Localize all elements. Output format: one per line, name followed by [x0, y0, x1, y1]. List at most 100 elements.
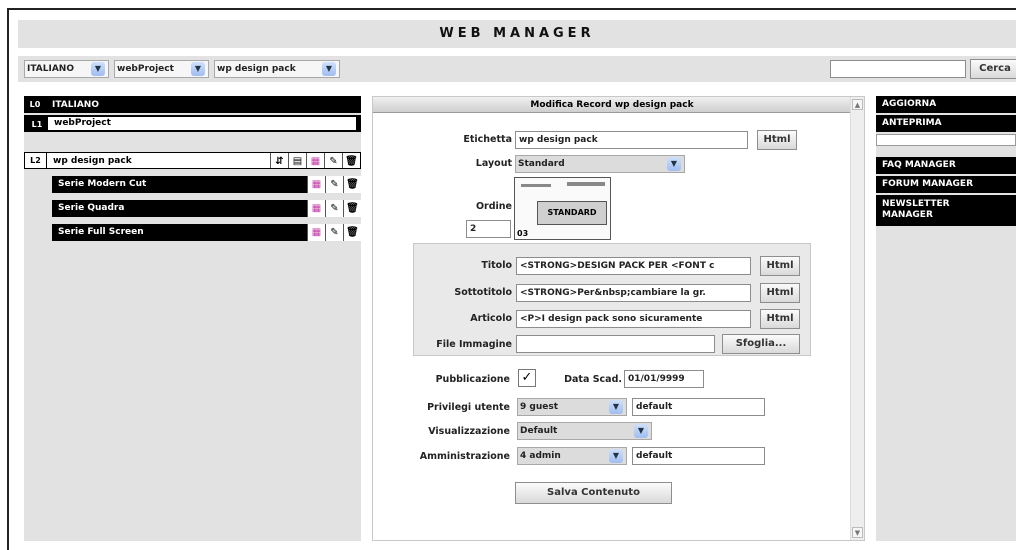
- privilegi-label: Privilegi utente: [427, 402, 510, 413]
- privilegi-select-value: 9 guest: [520, 402, 559, 412]
- language-select-value: ITALIANO: [27, 64, 74, 74]
- chevron-down-icon: ▼: [609, 400, 623, 414]
- articolo-input[interactable]: <P>I design pack sono sicuramente: [516, 310, 751, 328]
- document-icon[interactable]: ▦: [307, 224, 325, 241]
- right-menu-panel: AGGIORNA ANTEPRIMA FAQ MANAGER FORUM MAN…: [876, 96, 1016, 541]
- tree-node-l1[interactable]: L1 webProject: [24, 115, 361, 132]
- search-button[interactable]: Cerca: [970, 59, 1016, 79]
- search-input[interactable]: [830, 60, 966, 78]
- privilegi-text-input[interactable]: default: [632, 398, 765, 416]
- edit-icon[interactable]: ✎: [325, 224, 343, 241]
- layout-select[interactable]: Standard ▼: [515, 155, 685, 173]
- file-immagine-label: File Immagine: [436, 339, 512, 350]
- etichetta-input[interactable]: wp design pack: [515, 131, 748, 149]
- pubblicazione-checkbox[interactable]: ✓: [518, 369, 536, 387]
- etichetta-label: Etichetta: [463, 134, 512, 145]
- amministrazione-select[interactable]: 4 admin ▼: [517, 447, 627, 465]
- document-icon[interactable]: ▦: [307, 176, 325, 193]
- tree-node-label: Serie Full Screen: [58, 227, 144, 237]
- data-scadenza-label: Data Scad.: [564, 374, 622, 385]
- titolo-html-button[interactable]: Html: [760, 256, 800, 276]
- node-actions: ▦ ✎ 🗑: [307, 224, 361, 241]
- pack-select-value: wp design pack: [217, 64, 296, 74]
- sottotitolo-label: Sottotitolo: [454, 287, 512, 298]
- scroll-down-icon[interactable]: ▼: [852, 527, 863, 538]
- layout-preview: STANDARD 03: [514, 177, 611, 240]
- trash-icon[interactable]: 🗑: [342, 153, 360, 168]
- scroll-up-icon[interactable]: ▲: [852, 99, 863, 110]
- chevron-down-icon: ▼: [609, 449, 623, 463]
- chevron-down-icon: ▼: [191, 62, 205, 76]
- sottotitolo-input[interactable]: <STRONG>Per&nbsp;cambiare la gr.: [516, 284, 751, 302]
- move-icon[interactable]: ⇵: [270, 153, 288, 168]
- preview-url-field[interactable]: [876, 134, 1016, 146]
- data-scadenza-input[interactable]: 01/01/9999: [624, 370, 704, 388]
- salva-contenuto-button[interactable]: Salva Contenuto: [515, 482, 672, 504]
- tree-node-label: ITALIANO: [52, 100, 99, 110]
- language-select[interactable]: ITALIANO ▼: [24, 60, 109, 78]
- tree-node-label: webProject: [48, 117, 356, 130]
- pack-select[interactable]: wp design pack ▼: [214, 60, 340, 78]
- node-actions: ▦ ✎ 🗑: [307, 200, 361, 217]
- tree-child-item[interactable]: Serie Full Screen ▦ ✎ 🗑: [52, 224, 361, 241]
- edit-icon[interactable]: ✎: [325, 200, 343, 217]
- node-actions: ⇵ ▤ ▦ ✎ 🗑: [270, 153, 360, 168]
- preview-code: 03: [517, 229, 529, 238]
- ordine-label: Ordine: [475, 201, 512, 212]
- trash-icon[interactable]: 🗑: [343, 200, 361, 217]
- tree-node-label: wp design pack: [53, 156, 132, 166]
- chevron-down-icon: ▼: [634, 424, 648, 438]
- articolo-label: Articolo: [470, 313, 512, 324]
- project-select-value: webProject: [117, 64, 174, 74]
- articolo-html-button[interactable]: Html: [760, 309, 800, 329]
- edit-icon[interactable]: ✎: [324, 153, 342, 168]
- chevron-down-icon: ▼: [667, 157, 681, 171]
- titolo-label: Titolo: [481, 260, 512, 271]
- anteprima-button[interactable]: ANTEPRIMA: [876, 115, 1016, 132]
- visualizzazione-label: Visualizzazione: [428, 426, 510, 437]
- top-toolbar: ITALIANO ▼ webProject ▼ wp design pack ▼…: [18, 56, 1016, 82]
- trash-icon[interactable]: 🗑: [343, 224, 361, 241]
- project-select[interactable]: webProject ▼: [114, 60, 209, 78]
- layout-select-value: Standard: [518, 159, 565, 169]
- scrollbar[interactable]: ▲ ▼: [850, 97, 864, 540]
- amministrazione-label: Amministrazione: [419, 451, 510, 462]
- tree-node-label: Serie Quadra: [58, 203, 125, 213]
- tree-node-label: Serie Modern Cut: [58, 179, 147, 189]
- checkmark-icon: ✓: [521, 370, 533, 385]
- folder-icon[interactable]: ▤: [288, 153, 306, 168]
- document-icon[interactable]: ▦: [306, 153, 324, 168]
- visualizzazione-select[interactable]: Default ▼: [517, 422, 652, 440]
- amministrazione-text-input[interactable]: default: [632, 447, 765, 465]
- tree-child-item[interactable]: Serie Quadra ▦ ✎ 🗑: [52, 200, 361, 217]
- level-badge: L0: [29, 100, 41, 109]
- editor-header: Modifica Record wp design pack: [373, 97, 851, 113]
- level-badge: L2: [25, 153, 47, 168]
- tree-child-item[interactable]: Serie Modern Cut ▦ ✎ 🗑: [52, 176, 361, 193]
- preview-layout-name: STANDARD: [537, 201, 607, 225]
- forum-manager-button[interactable]: FORUM MANAGER: [876, 176, 1016, 193]
- tree-panel: L0 ITALIANO L1 webProject L2 wp design pack…: [24, 96, 361, 541]
- titolo-input[interactable]: <STRONG>DESIGN PACK PER <FONT c: [516, 257, 751, 275]
- newsletter-label-line1: NEWSLETTER: [882, 199, 950, 209]
- sottotitolo-html-button[interactable]: Html: [760, 283, 800, 303]
- document-icon[interactable]: ▦: [307, 200, 325, 217]
- trash-icon[interactable]: 🗑: [343, 176, 361, 193]
- tree-node-l0[interactable]: L0 ITALIANO: [24, 96, 361, 113]
- file-immagine-input[interactable]: [516, 335, 715, 353]
- tree-node-l2[interactable]: L2 wp design pack ⇵ ▤ ▦ ✎ 🗑: [24, 152, 361, 169]
- newsletter-manager-button[interactable]: NEWSLETTER MANAGER: [876, 195, 1016, 226]
- chevron-down-icon: ▼: [322, 62, 336, 76]
- amministrazione-select-value: 4 admin: [520, 451, 561, 461]
- app-title: WEB MANAGER: [18, 20, 1016, 48]
- privilegi-select[interactable]: 9 guest ▼: [517, 398, 627, 416]
- faq-manager-button[interactable]: FAQ MANAGER: [876, 157, 1016, 174]
- chevron-down-icon: ▼: [91, 62, 105, 76]
- pubblicazione-label: Pubblicazione: [435, 374, 510, 385]
- etichetta-html-button[interactable]: Html: [757, 130, 797, 150]
- visualizzazione-select-value: Default: [520, 426, 558, 436]
- edit-icon[interactable]: ✎: [325, 176, 343, 193]
- ordine-input[interactable]: 2: [466, 220, 511, 238]
- sfoglia-button[interactable]: Sfoglia...: [722, 334, 800, 354]
- aggiorna-button[interactable]: AGGIORNA: [876, 96, 1016, 113]
